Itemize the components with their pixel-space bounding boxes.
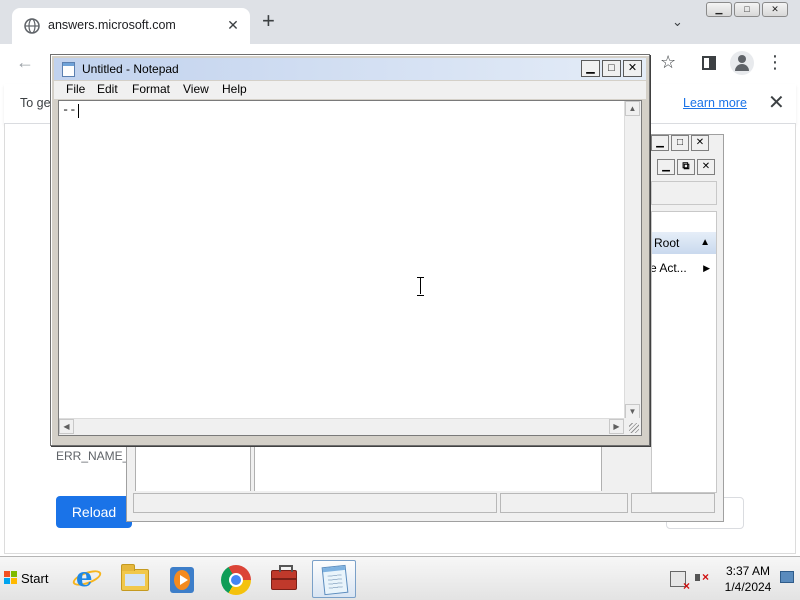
- maximize-button[interactable]: □: [602, 60, 621, 77]
- menu-edit[interactable]: Edit: [97, 82, 118, 96]
- list-column: [254, 445, 602, 491]
- minimize-button[interactable]: ▁: [651, 135, 669, 151]
- taskbar-windows-explorer[interactable]: [112, 560, 156, 598]
- text-cursor-icon: [416, 277, 426, 296]
- folder-icon: [121, 564, 149, 591]
- tab-title: answers.microsoft.com: [48, 18, 176, 32]
- background-window-controls: ▁ □ ✕: [651, 135, 709, 151]
- scroll-down-icon[interactable]: ▼: [625, 404, 640, 419]
- menu-file[interactable]: File: [66, 82, 85, 96]
- tab-close-icon[interactable]: ✕: [224, 17, 242, 34]
- new-tab-button[interactable]: +: [262, 10, 275, 32]
- list-column: [135, 445, 251, 491]
- error-code: ERR_NAME_N: [56, 449, 128, 463]
- close-button[interactable]: ✕: [623, 60, 642, 77]
- notepad-text-area[interactable]: -- ▲ ▼ ◀ ▶: [58, 100, 642, 436]
- scroll-up-icon[interactable]: ▲: [625, 101, 640, 116]
- submenu-arrow-icon: ▶: [703, 263, 710, 273]
- horizontal-scrollbar[interactable]: ◀ ▶: [59, 418, 624, 435]
- background-toolstrip: [651, 181, 717, 205]
- learn-more-link[interactable]: Learn more: [683, 96, 747, 110]
- close-button[interactable]: ✕: [697, 159, 715, 175]
- status-segment: [133, 493, 497, 513]
- clock-time: 3:37 AM: [725, 564, 771, 578]
- start-button[interactable]: Start: [2, 565, 52, 591]
- taskbar: Start e 3:37 AM 1/4/2024: [0, 556, 800, 600]
- info-bar-close-icon[interactable]: ✕: [768, 90, 785, 115]
- bookmark-star-icon[interactable]: ☆: [660, 52, 676, 73]
- notepad-icon: [321, 564, 349, 596]
- windows-logo-icon: [4, 571, 18, 585]
- notepad-window: Untitled - Notepad ▁ □ ✕ File Edit Forma…: [50, 54, 650, 446]
- toolbox-icon: [271, 565, 297, 590]
- network-disconnected-icon[interactable]: [670, 571, 690, 593]
- system-clock[interactable]: 3:37 AM 1/4/2024: [718, 563, 778, 595]
- actions-panel-header[interactable]: e Root ▲: [652, 232, 716, 254]
- collapse-arrow-icon[interactable]: ▲: [700, 232, 710, 254]
- close-button[interactable]: ✕: [691, 135, 709, 151]
- side-panel-icon[interactable]: [702, 56, 716, 70]
- browser-window-controls: ▁ □ ✕: [706, 2, 788, 17]
- actions-panel: e Root ▲ re Act... ▶: [651, 211, 717, 493]
- status-segment: [500, 493, 628, 513]
- notepad-window-controls: ▁ □ ✕: [581, 60, 642, 77]
- info-bar-text: To ge: [20, 96, 51, 110]
- menu-help[interactable]: Help: [222, 82, 247, 96]
- reload-button[interactable]: Reload: [56, 496, 132, 528]
- actions-panel-item[interactable]: re Act... ▶: [652, 258, 716, 278]
- internet-explorer-icon: e: [70, 564, 104, 592]
- notepad-menu-bar: File Edit Format View Help: [54, 81, 646, 99]
- browser-tab[interactable]: answers.microsoft.com ✕: [12, 8, 250, 44]
- close-button[interactable]: ✕: [762, 2, 788, 17]
- profile-avatar-icon[interactable]: [730, 51, 754, 75]
- taskbar-notepad[interactable]: [312, 560, 356, 598]
- minimize-button[interactable]: ▁: [581, 60, 600, 77]
- chrome-icon: [221, 565, 251, 595]
- media-player-icon: [170, 567, 194, 593]
- restore-button[interactable]: ⧉: [677, 159, 695, 175]
- notepad-icon: [62, 62, 75, 77]
- show-desktop-icon[interactable]: [780, 571, 794, 583]
- taskbar-toolbox[interactable]: [262, 560, 306, 598]
- clock-date: 1/4/2024: [724, 580, 772, 594]
- back-arrow-icon[interactable]: ←: [16, 52, 34, 73]
- taskbar-internet-explorer[interactable]: e: [64, 560, 108, 598]
- scroll-left-icon[interactable]: ◀: [59, 419, 74, 434]
- actions-header-text: e Root: [652, 236, 680, 250]
- menu-format[interactable]: Format: [132, 82, 170, 96]
- tab-search-icon[interactable]: ⌄: [672, 14, 683, 30]
- globe-icon: [24, 18, 40, 34]
- menu-view[interactable]: View: [183, 82, 209, 96]
- volume-muted-icon[interactable]: [694, 570, 710, 586]
- maximize-button[interactable]: □: [734, 2, 760, 17]
- window-title: Untitled - Notepad: [82, 62, 179, 76]
- browser-menu-icon[interactable]: ⋮: [766, 50, 784, 74]
- notepad-title-bar[interactable]: Untitled - Notepad ▁ □ ✕: [54, 58, 646, 80]
- resize-grip-icon[interactable]: [624, 418, 641, 435]
- taskbar-media-player[interactable]: [160, 560, 204, 598]
- taskbar-google-chrome[interactable]: [213, 560, 257, 598]
- scroll-right-icon[interactable]: ▶: [609, 419, 624, 434]
- start-label: Start: [21, 571, 49, 586]
- status-segment: [631, 493, 715, 513]
- maximize-button[interactable]: □: [671, 135, 689, 151]
- actions-item-text: re Act...: [652, 261, 687, 275]
- notepad-text: --: [62, 103, 77, 117]
- background-child-controls: ▁ ⧉ ✕: [657, 159, 715, 175]
- status-bar: [133, 493, 719, 515]
- minimize-button[interactable]: ▁: [657, 159, 675, 175]
- minimize-button[interactable]: ▁: [706, 2, 732, 17]
- tab-bar: answers.microsoft.com ✕ + ⌄ ▁ □ ✕: [0, 0, 800, 44]
- text-caret: [78, 104, 79, 118]
- vertical-scrollbar[interactable]: ▲ ▼: [624, 101, 641, 419]
